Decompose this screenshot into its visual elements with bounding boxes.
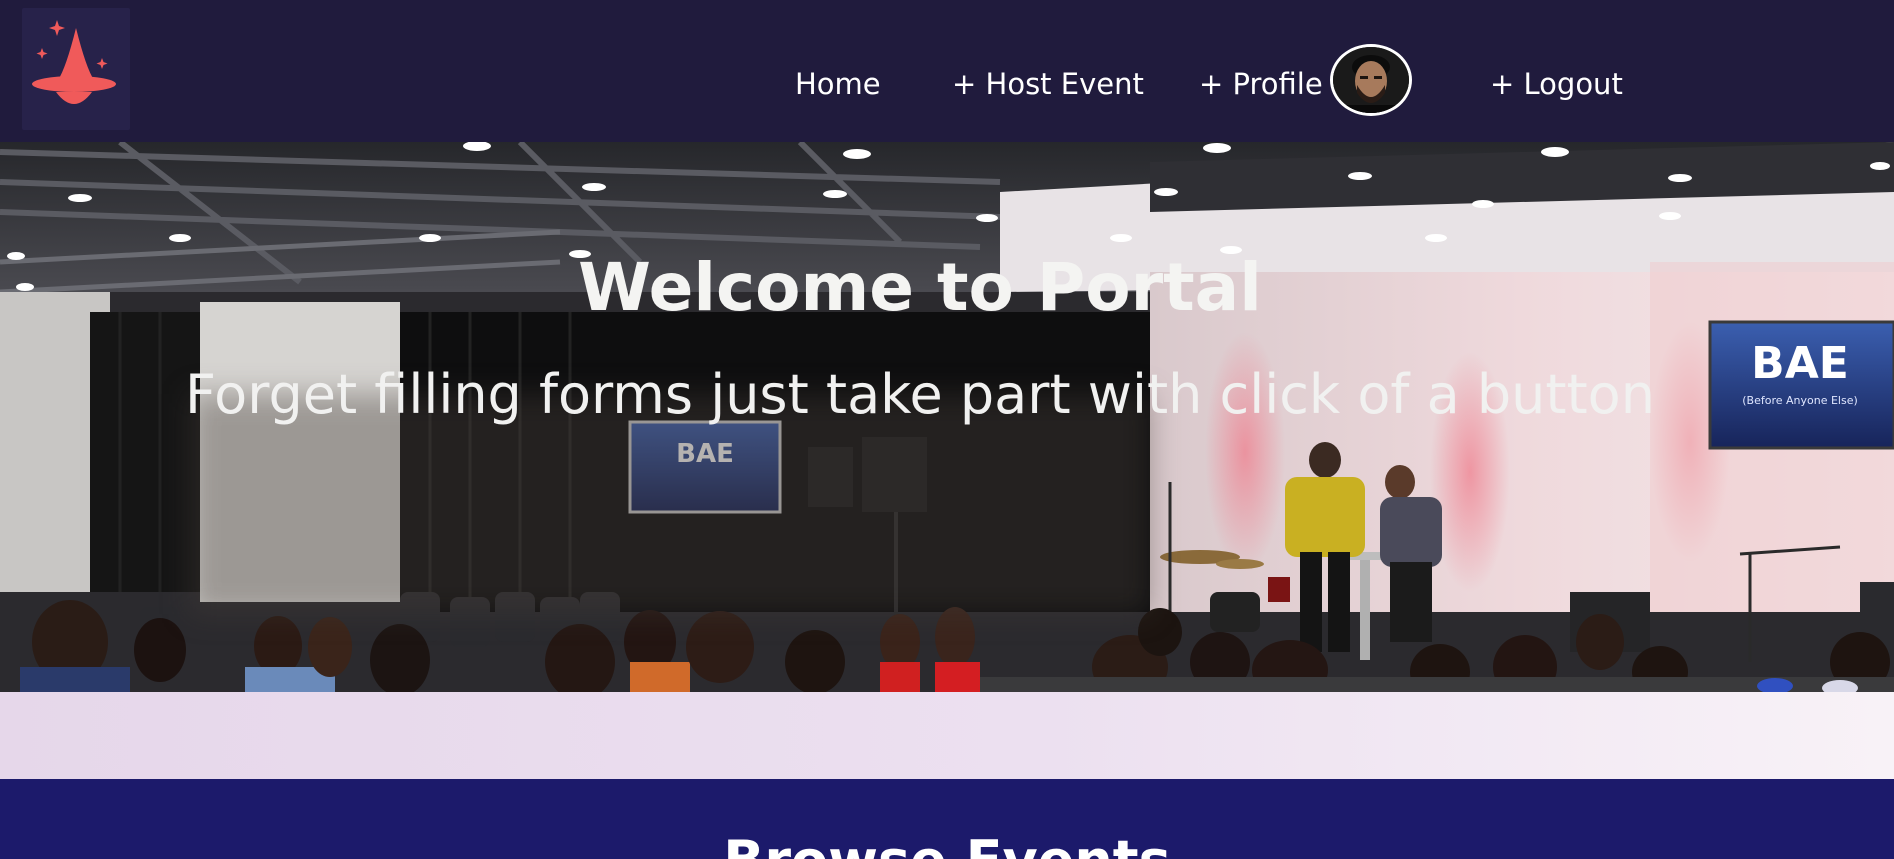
browse-events-title: Browse Events bbox=[0, 831, 1894, 859]
profile-avatar[interactable] bbox=[1330, 44, 1412, 116]
logo[interactable] bbox=[22, 8, 130, 130]
user-avatar-icon bbox=[1333, 47, 1409, 113]
nav-home[interactable]: Home bbox=[795, 64, 881, 104]
browse-events-section: Browse Events bbox=[0, 779, 1894, 859]
nav-logout[interactable]: + Logout bbox=[1490, 64, 1623, 104]
section-divider bbox=[0, 692, 1894, 779]
wizard-hat-icon bbox=[32, 20, 116, 104]
hero-subtitle: Forget filling forms just take part with… bbox=[185, 363, 1655, 426]
hero-title: Welcome to Portal bbox=[578, 249, 1262, 326]
nav-host-event[interactable]: + Host Event bbox=[952, 64, 1144, 104]
navbar: Home + Host Event + Profile + Logout bbox=[0, 0, 1894, 142]
nav-profile[interactable]: + Profile bbox=[1199, 64, 1323, 104]
